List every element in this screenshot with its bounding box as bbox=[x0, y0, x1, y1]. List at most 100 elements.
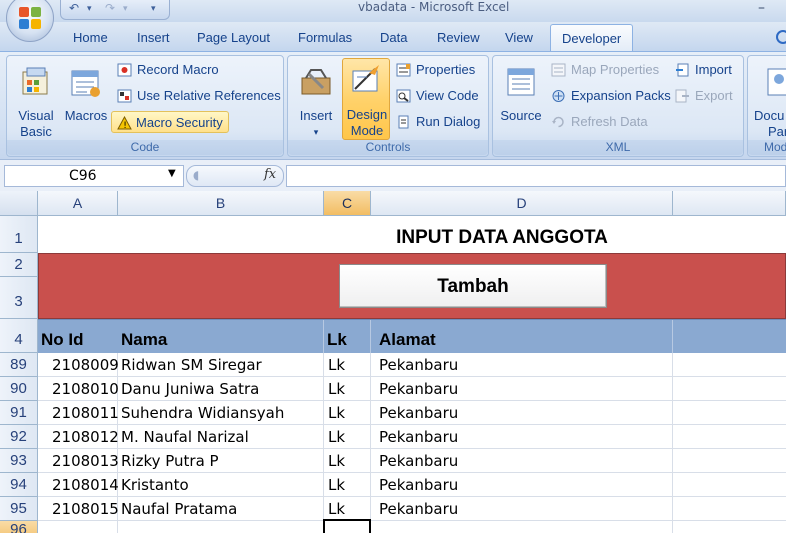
cell-name[interactable]: Suhendra Widiansyah bbox=[121, 401, 284, 425]
header-lk: Lk bbox=[327, 330, 347, 349]
macros-label: Macros bbox=[64, 108, 108, 123]
expansion-packs-button[interactable]: Expansion Packs bbox=[549, 85, 671, 107]
tab-view[interactable]: View bbox=[505, 30, 533, 45]
document-panel-button[interactable]: Docu Par bbox=[750, 62, 786, 142]
cell-name[interactable]: M. Naufal Narizal bbox=[121, 425, 249, 449]
cell-name[interactable]: Kristanto bbox=[121, 473, 189, 497]
cell-lk[interactable]: Lk bbox=[328, 377, 345, 401]
column-header-a[interactable]: A bbox=[38, 191, 118, 216]
ribbon-tabs: Home Insert Page Layout Formulas Data Re… bbox=[0, 22, 786, 51]
design-mode-button[interactable]: Design Mode bbox=[342, 58, 390, 140]
redo-dropdown-icon[interactable]: ▾ bbox=[123, 4, 128, 14]
row-header-95[interactable]: 95 bbox=[0, 497, 38, 521]
tab-insert[interactable]: Insert bbox=[137, 30, 170, 45]
cell-id[interactable]: 2108013 bbox=[52, 449, 119, 473]
minimize-icon[interactable]: – bbox=[758, 0, 765, 16]
column-header-c[interactable]: C bbox=[324, 191, 371, 216]
row-header-94[interactable]: 94 bbox=[0, 473, 38, 497]
view-code-button[interactable]: View Code bbox=[394, 85, 479, 107]
cell-id[interactable]: 2108012 bbox=[52, 425, 119, 449]
row-header-92[interactable]: 92 bbox=[0, 425, 38, 449]
cell-lk[interactable]: Lk bbox=[328, 425, 345, 449]
import-button[interactable]: Import bbox=[673, 59, 732, 81]
row-header-91[interactable]: 91 bbox=[0, 401, 38, 425]
cell-address[interactable]: Pekanbaru bbox=[379, 401, 458, 425]
macro-security-button[interactable]: ! Macro Security bbox=[111, 111, 229, 133]
cell-address[interactable]: Pekanbaru bbox=[379, 425, 458, 449]
cell-lk[interactable]: Lk bbox=[328, 449, 345, 473]
customize-toolbar-icon[interactable]: ▾ bbox=[151, 4, 156, 14]
refresh-data-label: Refresh Data bbox=[571, 114, 648, 129]
row-header-96[interactable]: 96 bbox=[0, 521, 38, 533]
source-icon bbox=[507, 68, 535, 96]
xml-group-label: XML bbox=[493, 140, 743, 155]
row-header-4[interactable]: 4 bbox=[0, 319, 38, 353]
record-macro-button[interactable]: Record Macro bbox=[115, 59, 219, 81]
import-label: Import bbox=[695, 62, 732, 77]
column-header-b[interactable]: B bbox=[118, 191, 324, 216]
cell-lk[interactable]: Lk bbox=[328, 353, 345, 377]
active-cell-c96[interactable] bbox=[323, 519, 371, 533]
expand-handle-icon[interactable]: ◖ bbox=[193, 168, 199, 182]
cell-id[interactable]: 2108014 bbox=[52, 473, 119, 497]
cell-id[interactable]: 2108015 bbox=[52, 497, 119, 521]
cell-address[interactable]: Pekanbaru bbox=[379, 377, 458, 401]
row-header-1[interactable]: 1 bbox=[0, 216, 38, 253]
name-box[interactable]: C96 bbox=[4, 165, 184, 187]
export-button[interactable]: Export bbox=[673, 85, 733, 107]
cell-address[interactable]: Pekanbaru bbox=[379, 473, 458, 497]
table-row: 2108011 Suhendra Widiansyah Lk Pekanbaru bbox=[38, 401, 786, 425]
cell-lk[interactable]: Lk bbox=[328, 401, 345, 425]
source-button[interactable]: Source bbox=[497, 62, 545, 142]
row-header-90[interactable]: 90 bbox=[0, 377, 38, 401]
code-group-label: Code bbox=[7, 140, 283, 155]
tab-developer[interactable]: Developer bbox=[550, 24, 634, 51]
name-box-dropdown-icon[interactable]: ▼ bbox=[168, 168, 176, 179]
office-logo-icon bbox=[19, 7, 41, 29]
cell-id[interactable]: 2108011 bbox=[52, 401, 119, 425]
help-icon[interactable] bbox=[776, 30, 786, 44]
run-dialog-button[interactable]: Run Dialog bbox=[394, 111, 480, 133]
properties-button[interactable]: Properties bbox=[394, 59, 475, 81]
row-header-3[interactable]: 3 bbox=[0, 277, 38, 319]
row-header-89[interactable]: 89 bbox=[0, 353, 38, 377]
redo-icon[interactable]: ↷ bbox=[105, 1, 115, 15]
quick-access-toolbar: ↶ ▾ ↷ ▾ ▾ bbox=[60, 0, 170, 20]
row-header-2[interactable]: 2 bbox=[0, 253, 38, 277]
column-header-e[interactable] bbox=[673, 191, 786, 216]
undo-icon[interactable]: ↶ bbox=[69, 1, 79, 15]
cell-id[interactable]: 2108009 bbox=[52, 353, 119, 377]
macros-button[interactable]: Macros bbox=[61, 62, 111, 142]
insert-control-label: Insert bbox=[299, 108, 333, 123]
row-header-93[interactable]: 93 bbox=[0, 449, 38, 473]
header-divider bbox=[323, 320, 324, 354]
cell-id[interactable]: 2108010 bbox=[52, 377, 119, 401]
visual-basic-button[interactable]: Visual Basic bbox=[13, 62, 59, 142]
insert-function-icon[interactable]: fx bbox=[264, 167, 276, 182]
tab-review[interactable]: Review bbox=[437, 30, 480, 45]
cell-address[interactable]: Pekanbaru bbox=[379, 353, 458, 377]
tab-data[interactable]: Data bbox=[380, 30, 407, 45]
tab-page-layout[interactable]: Page Layout bbox=[197, 30, 270, 45]
expansion-packs-icon bbox=[552, 90, 565, 102]
use-relative-references-button[interactable]: Use Relative References bbox=[115, 85, 281, 107]
insert-control-button[interactable]: Insert ▾ bbox=[292, 62, 340, 142]
cell-name[interactable]: Rizky Putra P bbox=[121, 449, 219, 473]
cell-lk[interactable]: Lk bbox=[328, 473, 345, 497]
refresh-data-button[interactable]: Refresh Data bbox=[549, 111, 648, 133]
cell-name[interactable]: Danu Juniwa Satra bbox=[121, 377, 259, 401]
tambah-button[interactable]: Tambah bbox=[339, 264, 607, 308]
map-properties-button[interactable]: Map Properties bbox=[549, 59, 659, 81]
select-all-corner[interactable] bbox=[0, 191, 38, 216]
cell-name[interactable]: Naufal Pratama bbox=[121, 497, 237, 521]
cell-address[interactable]: Pekanbaru bbox=[379, 449, 458, 473]
formula-input[interactable] bbox=[286, 165, 786, 187]
cell-address[interactable]: Pekanbaru bbox=[379, 497, 458, 521]
column-header-d[interactable]: D bbox=[371, 191, 673, 216]
cell-lk[interactable]: Lk bbox=[328, 497, 345, 521]
undo-dropdown-icon[interactable]: ▾ bbox=[87, 4, 92, 14]
tab-formulas[interactable]: Formulas bbox=[298, 30, 352, 45]
tab-home[interactable]: Home bbox=[73, 30, 108, 45]
cell-name[interactable]: Ridwan SM Siregar bbox=[121, 353, 262, 377]
title-bar: ↶ ▾ ↷ ▾ ▾ vbadata - Microsoft Excel – bbox=[0, 0, 786, 22]
